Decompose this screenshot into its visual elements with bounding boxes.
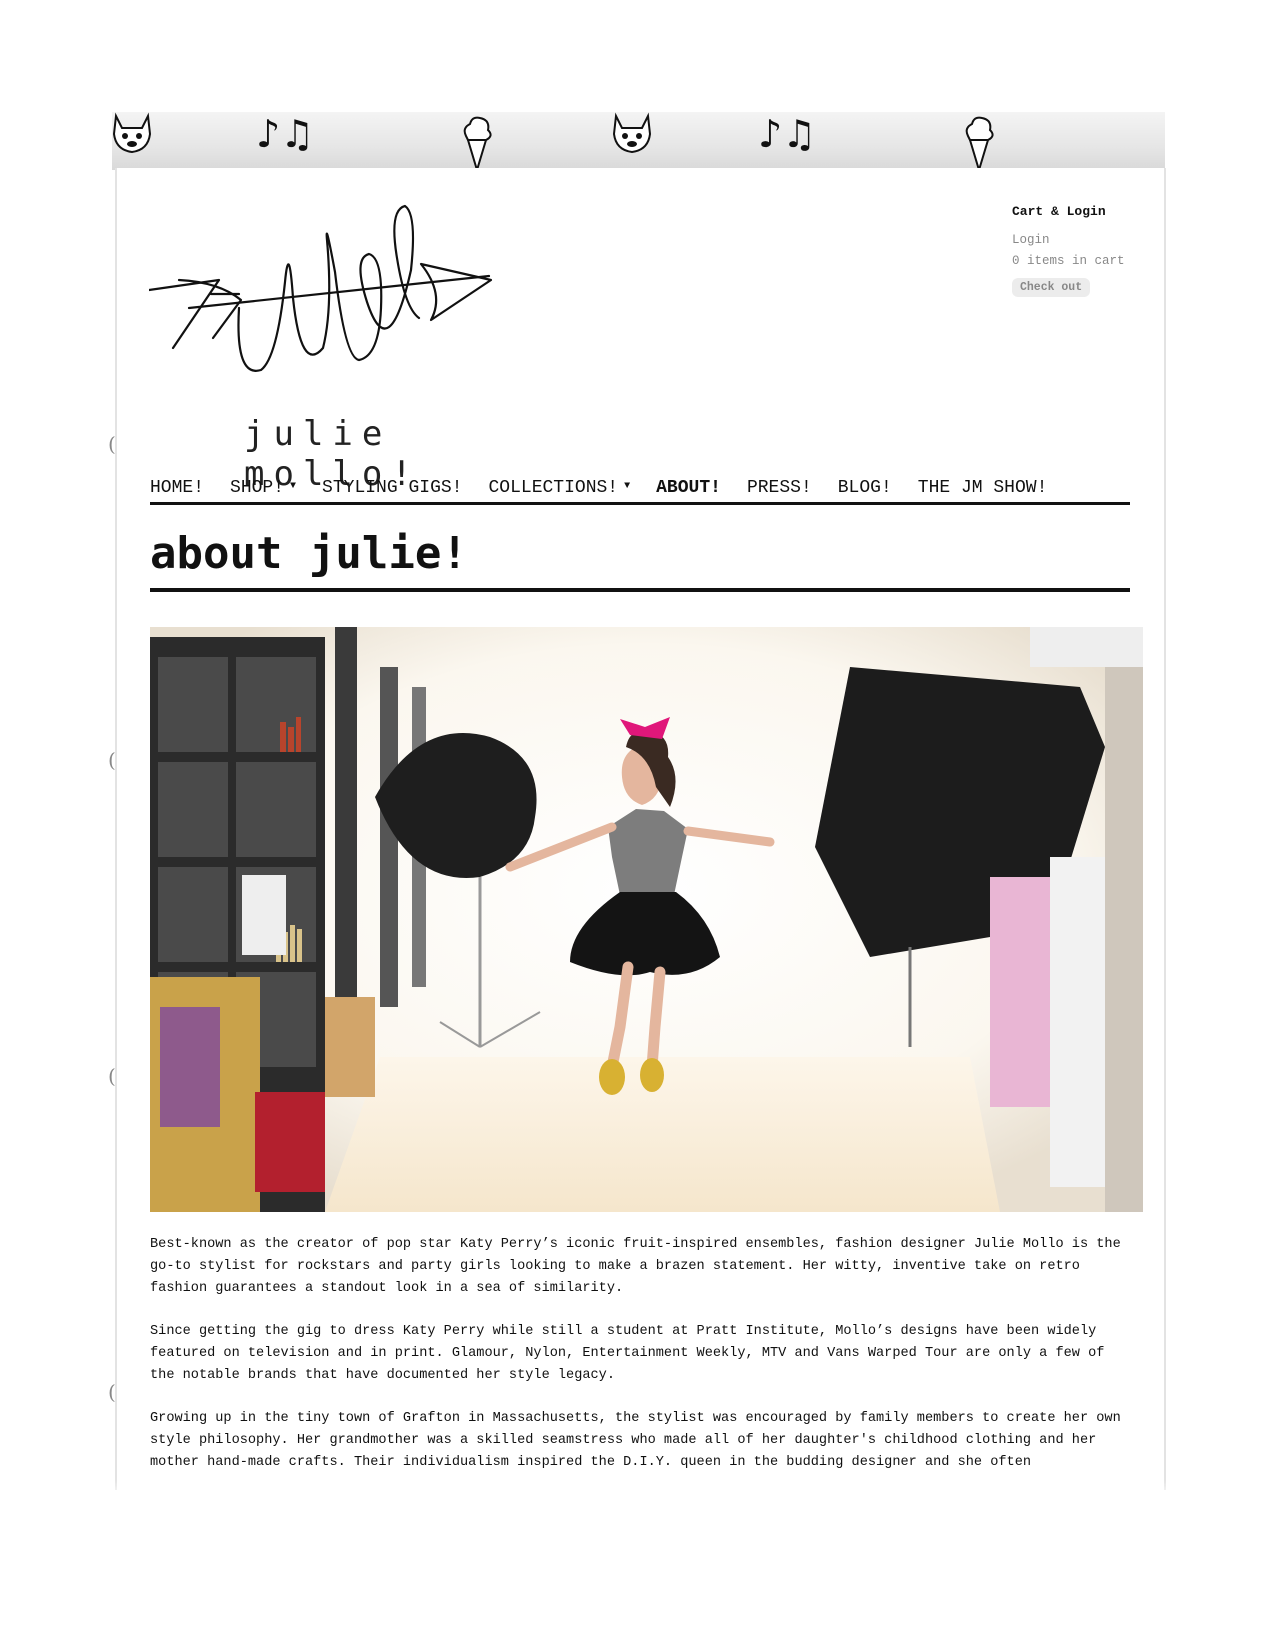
ice-cream-icon (965, 116, 994, 170)
about-body: Best-known as the creator of pop star Ka… (150, 1234, 1135, 1490)
nav-item-styling-gigs[interactable]: STYLING GIGS! (322, 478, 462, 502)
page-cutoff (115, 1480, 1166, 1500)
nav-item-label: ABOUT! (656, 478, 721, 498)
bulldog-icon (112, 112, 152, 154)
nav-item-jm-show[interactable]: THE JM SHOW! (918, 478, 1048, 502)
chevron-down-icon: ▼ (290, 481, 297, 492)
nav-item-label: BLOG! (837, 478, 892, 498)
about-paragraph: Growing up in the tiny town of Grafton i… (150, 1411, 1121, 1470)
nav-item-home[interactable]: HOME! (150, 478, 204, 502)
page-container: julie mollo! Cart & Login Login 0 items … (115, 168, 1166, 1490)
nav-item-about[interactable]: ABOUT! (656, 478, 721, 505)
hero-photo (150, 627, 1143, 1212)
title-divider (150, 588, 1130, 592)
nav-item-label: SHOP! (230, 478, 285, 498)
nav-item-label: STYLING GIGS! (322, 478, 463, 498)
nav-item-collections[interactable]: COLLECTIONS! ▼ (488, 478, 630, 502)
nav-item-label: HOME! (150, 478, 205, 498)
nav-item-label: THE JM SHOW! (917, 478, 1048, 498)
signature-arrow-logo (149, 204, 493, 372)
decorative-header-strip: ♪♫ ♪♫ (112, 112, 1165, 170)
about-paragraph: Best-known as the creator of pop star Ka… (150, 1237, 1121, 1296)
nav-item-label: COLLECTIONS! (488, 478, 619, 498)
chevron-down-icon: ▼ (624, 481, 631, 492)
bulldog-icon (612, 112, 652, 154)
ice-cream-icon (463, 116, 492, 170)
checkout-button[interactable]: Check out (1012, 278, 1091, 297)
site-logo[interactable]: julie mollo! (149, 198, 509, 494)
cart-items-count[interactable]: 0 items in cart (1012, 254, 1162, 268)
main-nav: HOME! SHOP! ▼ STYLING GIGS! COLLECTIONS! ▼… (150, 472, 1130, 505)
nav-item-label: PRESS! (746, 478, 812, 498)
cart-login-panel: Cart & Login Login 0 items in cart Check… (1012, 204, 1162, 297)
music-notes-icon: ♪♫ (256, 112, 315, 156)
nav-item-press[interactable]: PRESS! (747, 478, 812, 502)
music-notes-icon: ♪♫ (758, 112, 817, 156)
nav-item-shop[interactable]: SHOP! ▼ (230, 478, 296, 502)
cart-title: Cart & Login (1012, 204, 1106, 219)
about-paragraph: Since getting the gig to dress Katy Perr… (150, 1324, 1105, 1383)
nav-item-blog[interactable]: BLOG! (838, 478, 892, 502)
page-title: about julie! (150, 528, 468, 579)
login-link[interactable]: Login (1012, 233, 1162, 247)
